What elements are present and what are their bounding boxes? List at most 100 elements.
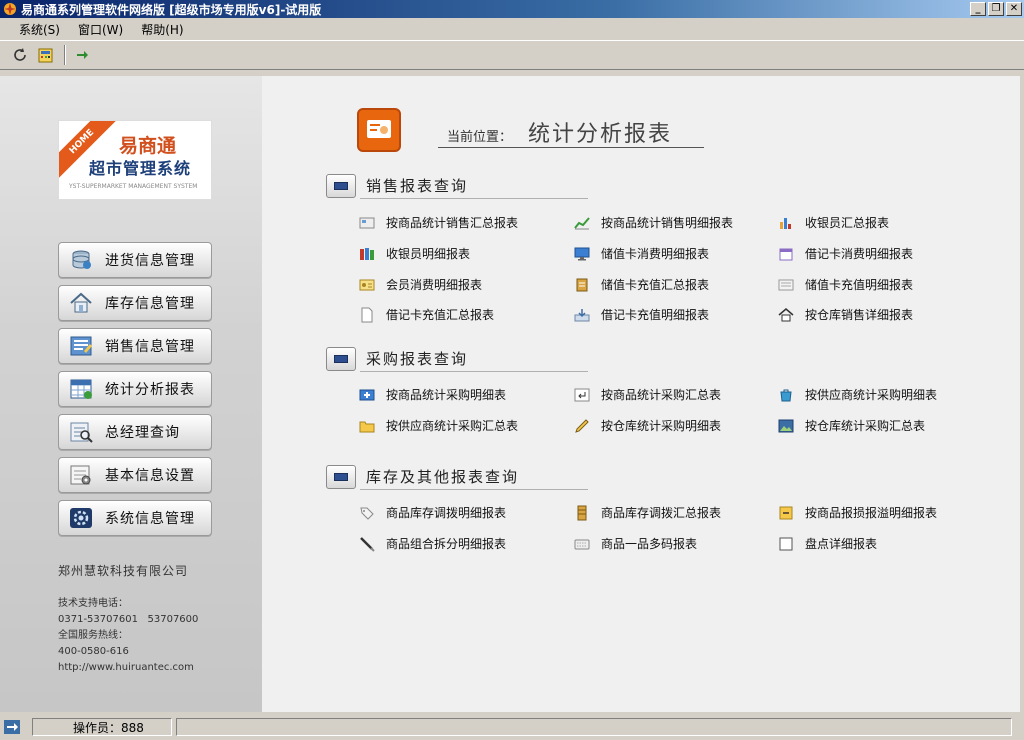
restore-button[interactable]: ❐ xyxy=(988,2,1004,16)
report-link[interactable]: 商品一品多码报表 xyxy=(573,535,697,552)
report-link[interactable]: 按供应商统计采购汇总表 xyxy=(358,417,518,434)
report-link[interactable]: 按商品统计销售明细报表 xyxy=(573,214,733,231)
folder-icon xyxy=(358,418,376,434)
line-chart-icon xyxy=(573,215,591,231)
system-name: 超市管理系统 xyxy=(89,159,192,178)
nav-label: 系统信息管理 xyxy=(105,511,195,527)
section-underline xyxy=(360,198,588,199)
menu-help[interactable]: 帮助(H) xyxy=(132,21,192,38)
pen-icon xyxy=(358,536,376,552)
report-link[interactable]: 借记卡充值明细报表 xyxy=(573,306,709,323)
nav-label: 总经理查询 xyxy=(105,425,180,441)
status-bar: 操作员：888 xyxy=(0,714,1024,740)
section-underline xyxy=(360,371,588,372)
card-stack-icon xyxy=(573,277,591,293)
nav-label: 进货信息管理 xyxy=(105,253,195,269)
list-icon xyxy=(777,277,795,293)
report-link[interactable]: 按商品统计采购汇总表 xyxy=(573,386,721,403)
menu-window[interactable]: 窗口(W) xyxy=(69,21,132,38)
nav-statistics-reports[interactable]: 统计分析报表 xyxy=(58,371,212,407)
monitor-icon xyxy=(326,465,356,489)
refresh-icon xyxy=(14,48,26,61)
nav-system-management[interactable]: 系统信息管理 xyxy=(58,500,212,536)
report-link[interactable]: 按商品报损报溢明细报表 xyxy=(777,504,937,521)
report-link[interactable]: 收银员汇总报表 xyxy=(777,214,889,231)
system-english-name: YST-SUPERMARKET MANAGEMENT SYSTEM xyxy=(69,183,198,190)
contact-info: 技术支持电话： 0371-53707601 53707600 全国服务热线： 4… xyxy=(58,596,198,676)
minimize-button[interactable]: _ xyxy=(970,2,986,16)
operator-status: 操作员：888 xyxy=(32,718,172,736)
nav-purchase-management[interactable]: 进货信息管理 xyxy=(58,242,212,278)
bar-chart-icon xyxy=(777,215,795,231)
report-link[interactable]: 按仓库统计采购汇总表 xyxy=(777,417,925,434)
database-icon xyxy=(67,247,95,273)
keyboard-icon xyxy=(573,536,591,552)
house-icon xyxy=(67,290,95,316)
report-link[interactable]: 储值卡充值明细报表 xyxy=(777,276,913,293)
product-logo: HOME 易商通 超市管理系统 YST-SUPERMARKET MANAGEME… xyxy=(58,120,212,200)
section-sales-reports: 销售报表查询 xyxy=(326,174,468,198)
report-link[interactable]: 储值卡消费明细报表 xyxy=(573,245,709,262)
blank-document-icon xyxy=(358,307,376,323)
location-underline xyxy=(438,147,704,148)
section-underline xyxy=(360,489,588,490)
main-content: 当前位置： 统计分析报表 销售报表查询 按商品统计销售汇总报表 按商品统计销售明… xyxy=(262,76,1020,712)
exit-button[interactable] xyxy=(70,43,94,67)
section-title: 销售报表查询 xyxy=(366,176,469,195)
nav-sales-management[interactable]: 销售信息管理 xyxy=(58,328,212,364)
website-link[interactable]: http://www.huiruantec.com xyxy=(58,660,198,676)
settings-doc-icon xyxy=(67,462,95,488)
calendar-icon xyxy=(777,246,795,262)
sidebar: HOME 易商通 超市管理系统 YST-SUPERMARKET MANAGEME… xyxy=(0,76,262,712)
download-tray-icon xyxy=(573,307,591,323)
report-link[interactable]: 收银员明细报表 xyxy=(358,245,470,262)
report-link[interactable]: 盘点详细报表 xyxy=(777,535,877,552)
pencil-icon xyxy=(573,418,591,434)
main-nav: 进货信息管理 库存信息管理 销售信息管理 统计分析报表 总经理查询 基本信息设置… xyxy=(58,242,212,543)
app-logo-icon xyxy=(4,3,16,15)
report-link[interactable]: 按商品统计采购明细表 xyxy=(358,386,506,403)
toolbar xyxy=(0,40,1024,70)
report-link[interactable]: 会员消费明细报表 xyxy=(358,276,482,293)
arrow-right-icon xyxy=(77,51,88,59)
monitor-icon xyxy=(326,174,356,198)
monitor-icon xyxy=(573,246,591,262)
report-link[interactable]: 按商品统计销售汇总报表 xyxy=(358,214,518,231)
report-link[interactable]: 商品库存调拨明细报表 xyxy=(358,504,506,521)
shopping-bag-icon xyxy=(777,387,795,403)
menu-system[interactable]: 系统(S) xyxy=(10,21,69,38)
nav-label: 库存信息管理 xyxy=(105,296,195,312)
return-icon xyxy=(573,387,591,403)
window-frame-edge xyxy=(1020,76,1024,712)
member-card-icon xyxy=(358,277,376,293)
nav-label: 销售信息管理 xyxy=(105,339,195,355)
spreadsheet-icon xyxy=(67,376,95,402)
location-label: 当前位置： xyxy=(447,130,513,145)
report-link[interactable]: 借记卡充值汇总报表 xyxy=(358,306,494,323)
tag-icon xyxy=(358,505,376,521)
report-card-icon xyxy=(358,215,376,231)
nav-label: 基本信息设置 xyxy=(105,468,195,484)
title-bar: 易商通系列管理软件网络版 [超级市场专用版v6]-试用版 _ ❐ ✕ xyxy=(0,0,1024,18)
report-link[interactable]: 按仓库销售详细报表 xyxy=(777,306,913,323)
report-link[interactable]: 按供应商统计采购明细表 xyxy=(777,386,937,403)
add-window-icon xyxy=(358,387,376,403)
report-link[interactable]: 借记卡消费明细报表 xyxy=(777,245,913,262)
nav-basic-settings[interactable]: 基本信息设置 xyxy=(58,457,212,493)
calculator-button[interactable] xyxy=(34,43,58,67)
close-button[interactable]: ✕ xyxy=(1006,2,1022,16)
report-link[interactable]: 储值卡充值汇总报表 xyxy=(573,276,709,293)
document-edit-icon xyxy=(67,333,95,359)
system-gear-icon xyxy=(67,505,95,531)
nav-inventory-management[interactable]: 库存信息管理 xyxy=(58,285,212,321)
image-icon xyxy=(777,418,795,434)
section-purchase-reports: 采购报表查询 xyxy=(326,347,468,371)
report-link[interactable]: 按仓库统计采购明细表 xyxy=(573,417,721,434)
window-title: 易商通系列管理软件网络版 [超级市场专用版v6]-试用版 xyxy=(21,2,322,17)
report-link[interactable]: 商品库存调拨汇总报表 xyxy=(573,504,721,521)
nav-manager-query[interactable]: 总经理查询 xyxy=(58,414,212,450)
report-link[interactable]: 商品组合拆分明细报表 xyxy=(358,535,506,552)
calculator-icon xyxy=(38,48,53,63)
presentation-icon xyxy=(357,108,401,152)
refresh-button[interactable] xyxy=(8,43,32,67)
